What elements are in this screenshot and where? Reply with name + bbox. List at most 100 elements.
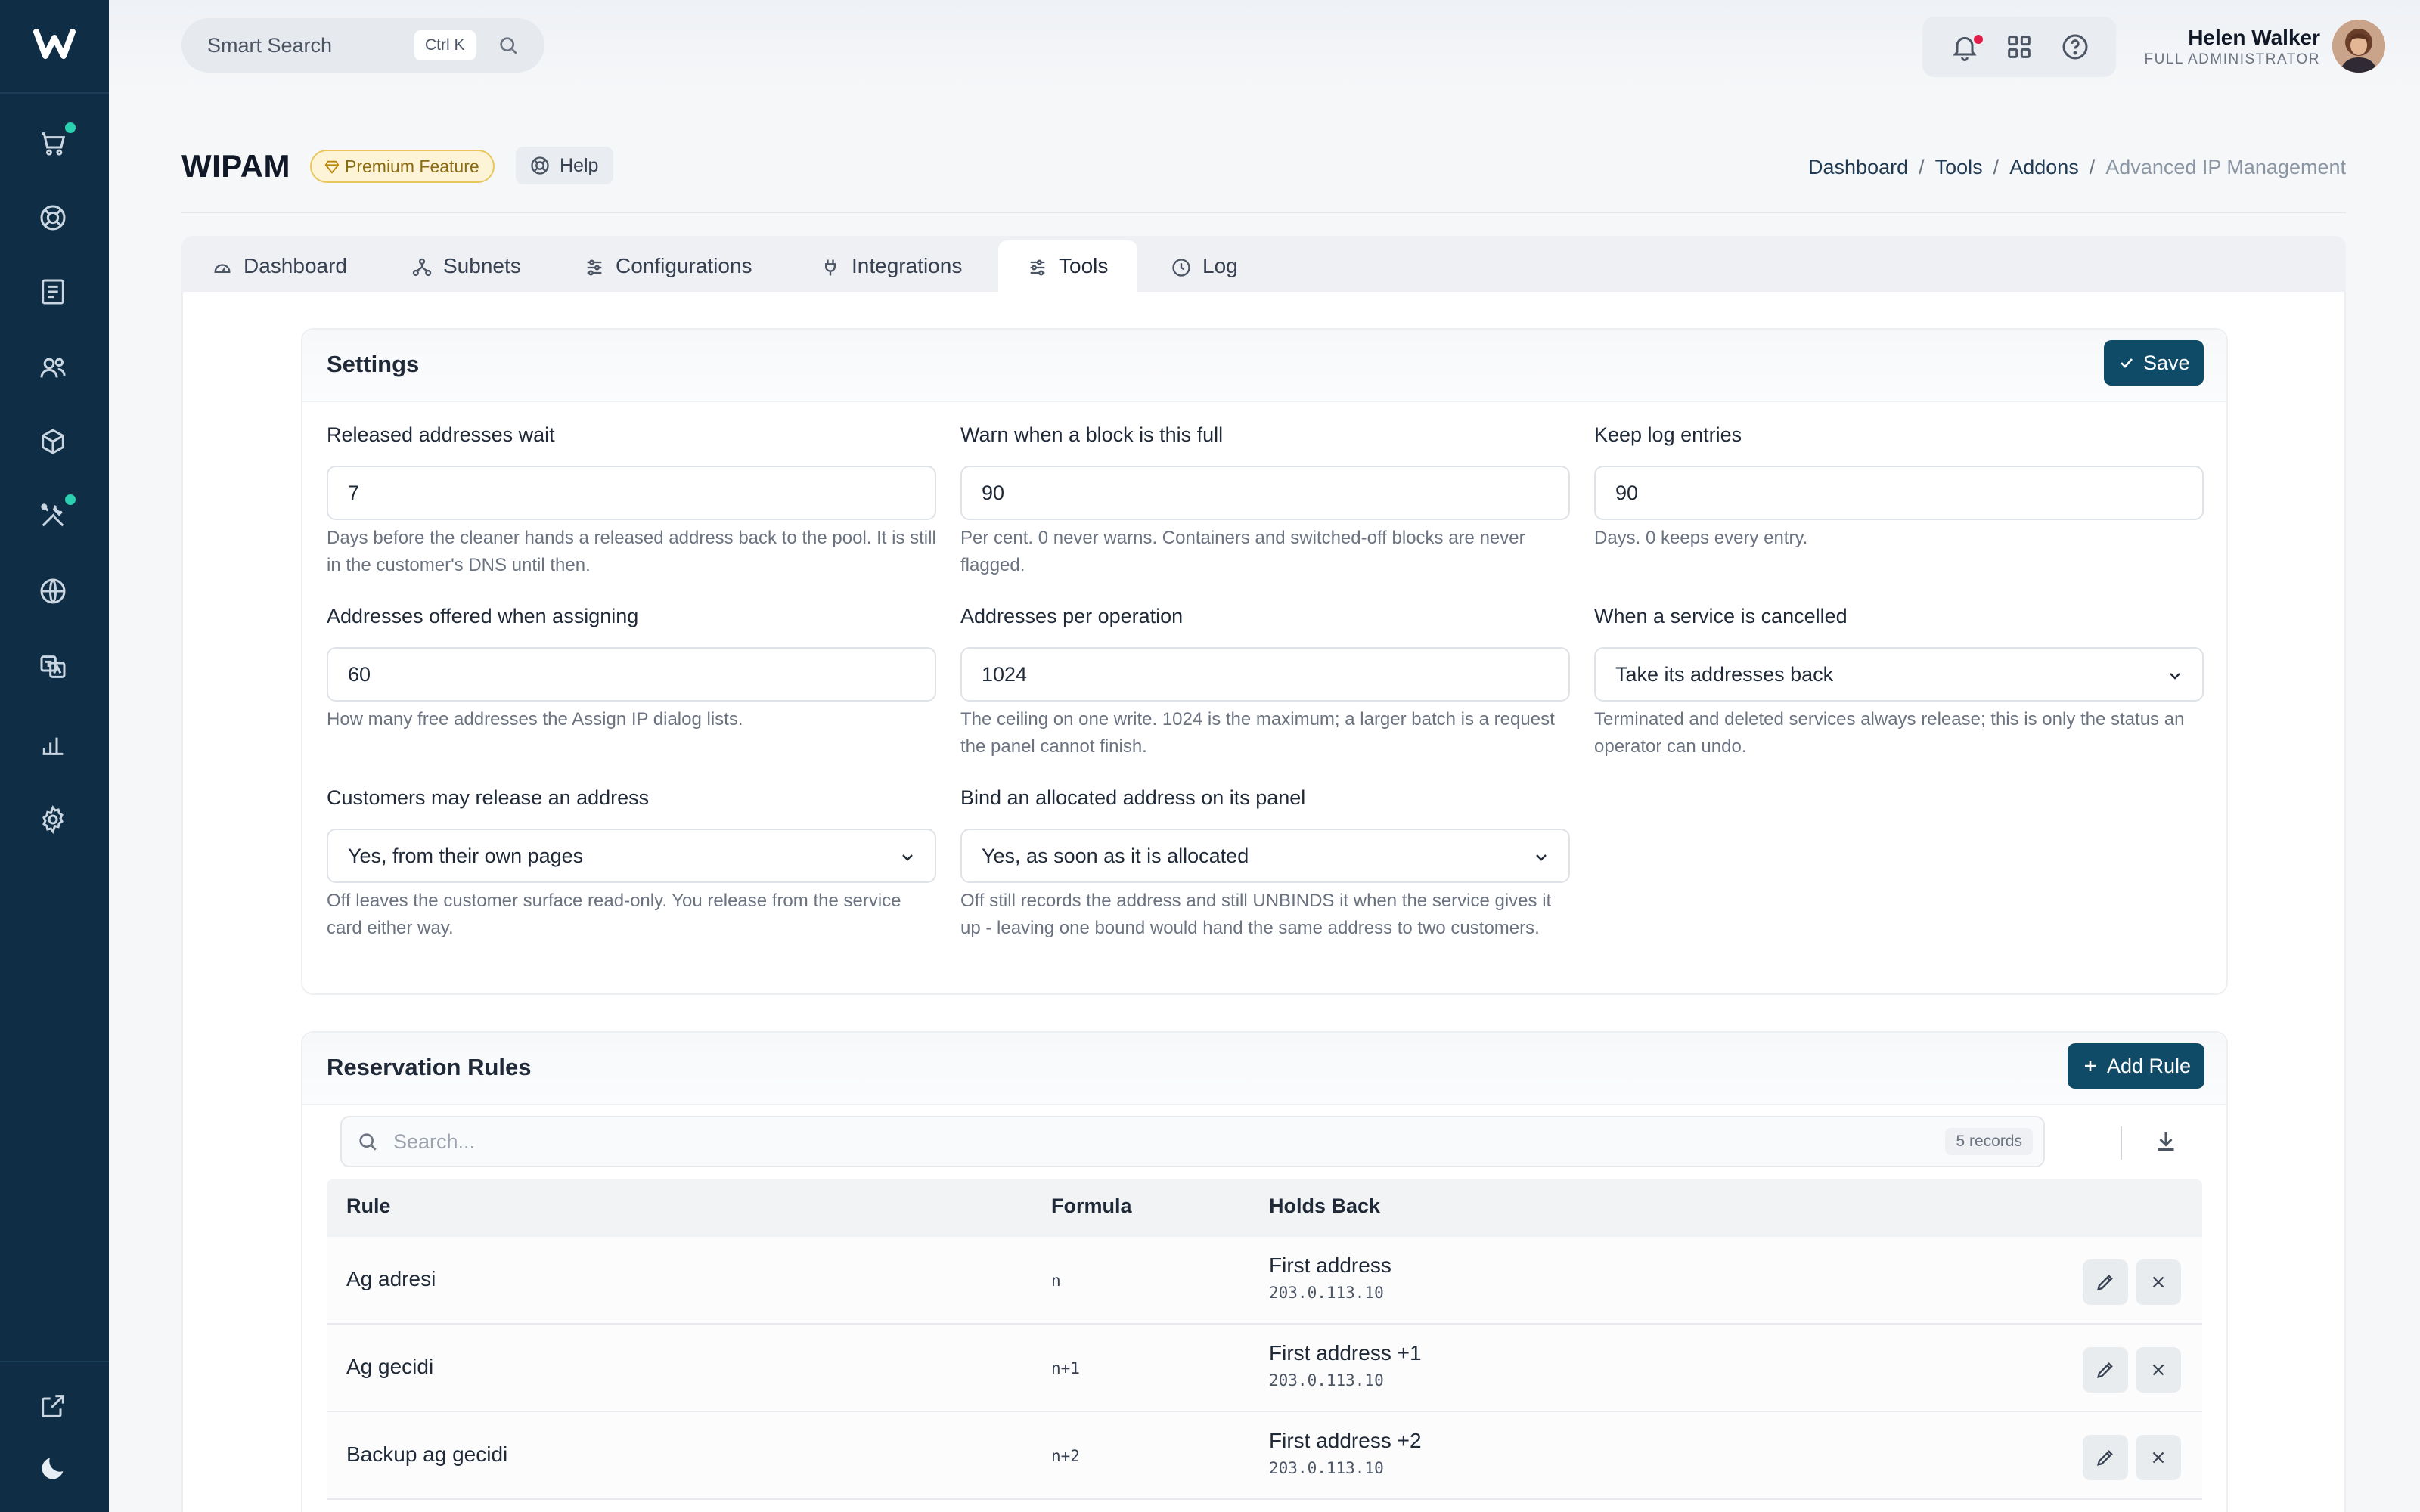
field-label: Customers may release an address — [327, 786, 650, 809]
tab-configurations[interactable]: Configurations — [584, 240, 752, 292]
addresses-offered-input[interactable]: 60 — [327, 647, 936, 702]
apps-button[interactable] — [2004, 32, 2034, 62]
tab-bar: Dashboard Subnets Configurations Integra… — [182, 236, 2346, 292]
released-wait-input[interactable]: 7 — [327, 466, 936, 520]
export-button[interactable] — [2152, 1128, 2180, 1155]
help-label: Help — [560, 155, 599, 176]
edit-button[interactable] — [2083, 1347, 2128, 1393]
app-logo[interactable] — [33, 27, 76, 60]
avatar[interactable] — [2332, 20, 2385, 73]
field-hint: Off still records the address and still … — [960, 891, 1552, 938]
notification-dot — [65, 122, 76, 133]
bar-chart-icon — [42, 737, 64, 755]
sidebar-divider — [0, 92, 109, 94]
smart-search[interactable]: Smart Search Ctrl K — [182, 18, 544, 73]
premium-label: Premium Feature — [345, 156, 479, 176]
rule-formula: n+2 — [1051, 1447, 1080, 1465]
rule-name: Backup ag gecidi — [346, 1442, 508, 1466]
keep-log-input[interactable]: 90 — [1594, 466, 2204, 520]
premium-badge: Premium Feature — [310, 150, 495, 183]
search-icon — [359, 1133, 377, 1151]
breadcrumb: Dashboard / Tools / Addons / Advanced IP… — [1808, 156, 2346, 179]
add-rule-button[interactable]: Add Rule — [2068, 1043, 2205, 1089]
breadcrumb-tools[interactable]: Tools — [1935, 156, 1983, 179]
field-hint: Days. 0 keeps every entry. — [1594, 528, 1808, 548]
download-icon — [2158, 1132, 2174, 1151]
bind-on-panel-select[interactable]: Yes, as soon as it is allocated — [960, 829, 1570, 883]
diamond-icon — [324, 160, 340, 174]
edit-button[interactable] — [2083, 1259, 2128, 1305]
grid-icon — [2008, 36, 2031, 58]
sidebar-item-tools[interactable] — [33, 494, 76, 535]
rules-search-placeholder: Search... — [393, 1130, 476, 1153]
sidebar-item-theme-toggle[interactable] — [33, 1448, 73, 1488]
breadcrumb-addons[interactable]: Addons — [2009, 156, 2079, 179]
tab-integrations[interactable]: Integrations — [820, 240, 962, 292]
chevron-down-icon — [2170, 673, 2180, 680]
customer-release-select[interactable]: Yes, from their own pages — [327, 829, 936, 883]
field-hint: The ceiling on one write. 1024 is the ma… — [960, 709, 1555, 757]
sidebar-item-orders[interactable] — [33, 122, 76, 163]
plug-icon — [825, 259, 836, 276]
field-hint: How many free addresses the Assign IP di… — [327, 709, 743, 730]
moon-icon — [42, 1458, 64, 1479]
tools-icon — [1030, 259, 1045, 276]
rule-name: Ag adresi — [346, 1267, 436, 1290]
edit-button[interactable] — [2083, 1435, 2128, 1480]
clock-icon — [1172, 259, 1190, 277]
column-header-formula[interactable]: Formula — [1051, 1194, 1132, 1218]
field-hint: Days before the cleaner hands a released… — [327, 528, 936, 575]
service-cancelled-select[interactable]: Take its addresses back — [1594, 647, 2204, 702]
rule-formula: n — [1051, 1272, 1061, 1290]
field-label: Keep log entries — [1594, 423, 1742, 446]
rule-formula: n+1 — [1051, 1359, 1080, 1377]
settings-header: Settings Save — [302, 330, 2226, 402]
user-role: FULL ADMINISTRATOR — [2144, 51, 2320, 67]
delete-button[interactable] — [2136, 1347, 2181, 1393]
field-label: Warn when a block is this full — [960, 423, 1224, 446]
sidebar-item-support[interactable] — [33, 198, 73, 237]
chevron-down-icon — [1536, 854, 1547, 861]
tools-icon — [41, 503, 64, 527]
delete-button[interactable] — [2136, 1259, 2181, 1305]
tab-subnets[interactable]: Subnets — [411, 240, 521, 292]
user-name[interactable]: Helen Walker — [2188, 26, 2320, 50]
sidebar-item-billing[interactable] — [33, 272, 73, 311]
topbar-icon-group — [1922, 17, 2116, 77]
records-count: 5 records — [1945, 1128, 2033, 1155]
column-header-rule[interactable]: Rule — [346, 1194, 391, 1218]
table-row: Ag gecidi n+1 First address +1 203.0.113… — [327, 1325, 2202, 1412]
tab-log[interactable]: Log — [1171, 240, 1238, 292]
sidebar-item-reports[interactable] — [33, 724, 73, 764]
lifebuoy-icon — [531, 156, 549, 175]
sidebar-item-open-external[interactable] — [33, 1387, 73, 1426]
field-label: Bind an allocated address on its panel — [960, 786, 1306, 809]
sidebar-item-domains[interactable] — [33, 572, 73, 611]
column-header-holds-back[interactable]: Holds Back — [1269, 1194, 1380, 1218]
help-button[interactable]: Help — [516, 147, 614, 184]
rule-holds-back: First address +2 — [1269, 1429, 1422, 1452]
help-center-button[interactable] — [2060, 32, 2090, 62]
tab-dashboard[interactable]: Dashboard — [212, 240, 347, 292]
external-link-icon — [42, 1395, 64, 1418]
rule-name: Ag gecidi — [346, 1355, 434, 1378]
pencil-icon — [2097, 1362, 2113, 1378]
sidebar-item-products[interactable] — [33, 422, 73, 461]
translate-icon — [40, 655, 66, 678]
save-button[interactable]: Save — [2104, 340, 2204, 386]
addresses-per-operation-input[interactable]: 1024 — [960, 647, 1570, 702]
sidebar-item-translations[interactable] — [33, 647, 73, 686]
settings-panel: Settings Save Released addresses wait 7 … — [301, 328, 2228, 995]
page-title: WIPAM — [182, 148, 291, 184]
breadcrumb-dashboard[interactable]: Dashboard — [1808, 156, 1908, 179]
rules-search-input[interactable]: Search... 5 records — [340, 1116, 2045, 1167]
field-label: Addresses offered when assigning — [327, 605, 639, 627]
close-icon — [2152, 1276, 2164, 1288]
sidebar-item-settings[interactable] — [33, 800, 73, 839]
delete-button[interactable] — [2136, 1435, 2181, 1480]
notifications-button[interactable] — [1950, 32, 1983, 62]
sidebar-item-clients[interactable] — [33, 348, 73, 387]
close-icon — [2152, 1364, 2164, 1376]
warn-full-input[interactable]: 90 — [960, 466, 1570, 520]
tab-tools[interactable]: Tools — [998, 240, 1137, 292]
